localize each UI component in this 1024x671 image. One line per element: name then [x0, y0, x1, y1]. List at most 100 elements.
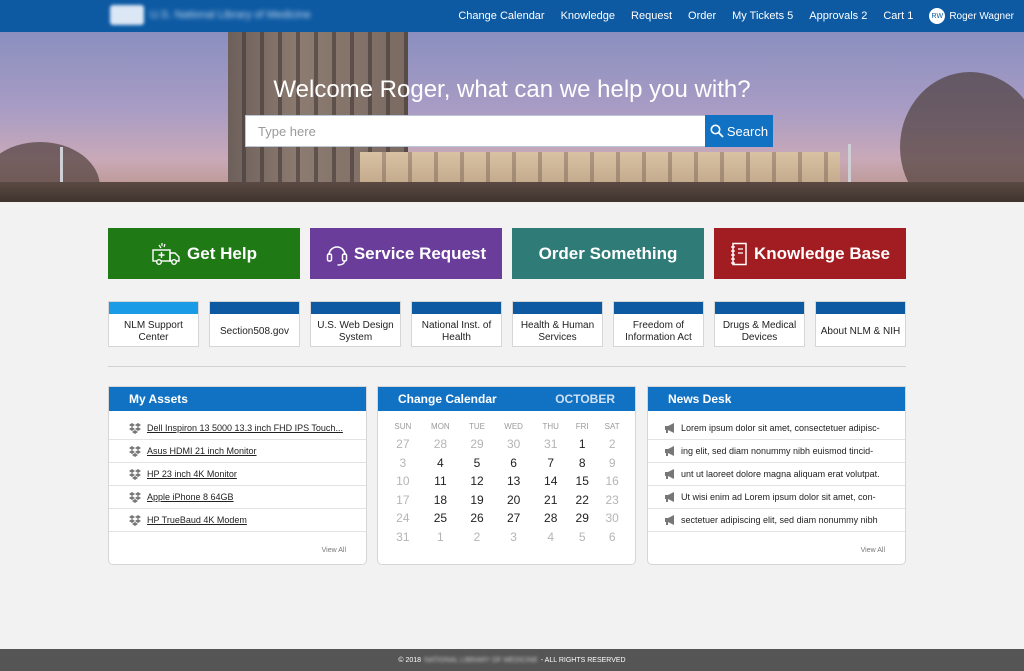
link-about-nlm-nih[interactable]: About NLM & NIH [815, 301, 906, 347]
link-label: U.S. Web Design System [317, 319, 394, 343]
divider [108, 366, 906, 367]
link-nlm-support-center[interactable]: NLM Support Center [108, 301, 199, 347]
calendar-day[interactable]: 6 [596, 528, 628, 547]
nav-order[interactable]: Order [688, 10, 716, 22]
calendar-day[interactable]: 6 [494, 454, 533, 473]
nav-knowledge[interactable]: Knowledge [561, 10, 615, 22]
link-drugs-medical-devices[interactable]: Drugs & Medical Devices [714, 301, 805, 347]
asset-link[interactable]: HP 23 inch 4K Monitor [147, 469, 237, 479]
calendar-day[interactable]: 23 [596, 491, 628, 510]
ambulance-icon [152, 242, 180, 265]
news-item[interactable]: ing elit, sed diam nonummy nibh euismod … [648, 440, 905, 463]
asset-link[interactable]: Asus HDMI 21 inch Monitor [147, 446, 257, 456]
news-item[interactable]: unt ut laoreet dolore magna aliquam erat… [648, 463, 905, 486]
news-item[interactable]: Lorem ipsum dolor sit amet, consectetuer… [648, 417, 905, 440]
calendar-day[interactable]: 14 [533, 472, 568, 491]
calendar-day[interactable]: 12 [460, 472, 494, 491]
nav-my-tickets[interactable]: My Tickets 5 [732, 10, 793, 22]
link-nih[interactable]: National Inst. of Health [411, 301, 502, 347]
calendar-day[interactable]: 7 [533, 454, 568, 473]
weekday-label: TUE [469, 421, 485, 431]
calendar-day[interactable]: 18 [421, 491, 460, 510]
tile-service-request[interactable]: Service Request [310, 228, 502, 279]
calendar-day[interactable]: 19 [460, 491, 494, 510]
calendar-day[interactable]: 30 [596, 509, 628, 528]
tile-knowledge-base[interactable]: Knowledge Base [714, 228, 906, 279]
calendar-day[interactable]: 15 [568, 472, 596, 491]
calendar-day[interactable]: 27 [385, 435, 421, 454]
calendar-day[interactable]: 22 [568, 491, 596, 510]
calendar-day[interactable]: 4 [421, 454, 460, 473]
list-item[interactable]: HP 23 inch 4K Monitor [109, 463, 366, 486]
calendar-day[interactable]: 13 [494, 472, 533, 491]
nav-change-calendar[interactable]: Change Calendar [458, 10, 544, 22]
calendar-month[interactable]: OCTOBER [555, 392, 615, 406]
news-text: unt ut laoreet dolore magna aliquam erat… [681, 469, 880, 479]
list-item[interactable]: HP TrueBaud 4K Modem [109, 509, 366, 532]
panel-header: Change Calendar OCTOBER [378, 387, 635, 411]
search-input[interactable] [246, 116, 706, 146]
link-section508[interactable]: Section508.gov [209, 301, 300, 347]
calendar-day[interactable]: 24 [385, 509, 421, 528]
calendar-day[interactable]: 31 [533, 435, 568, 454]
list-item[interactable]: Dell Inspiron 13 5000 13.3 inch FHD IPS … [109, 417, 366, 440]
weekday-label: FRI [575, 421, 589, 431]
tile-get-help[interactable]: Get Help [108, 228, 300, 279]
nav-request[interactable]: Request [631, 10, 672, 22]
link-label: Health & Human Services [520, 319, 595, 343]
calendar-day[interactable]: 26 [460, 509, 494, 528]
nlm-logo[interactable] [110, 5, 144, 25]
calendar-day[interactable]: 3 [385, 454, 421, 473]
view-all-link[interactable]: View All [861, 547, 885, 554]
news-desk-panel: News Desk Lorem ipsum dolor sit amet, co… [647, 386, 906, 565]
news-item[interactable]: sectetuer adipiscing elit, sed diam nonu… [648, 509, 905, 532]
nav-links: Change Calendar Knowledge Request Order … [458, 0, 1024, 32]
nav-approvals[interactable]: Approvals 2 [809, 10, 867, 22]
calendar-day[interactable]: 2 [460, 528, 494, 547]
calendar-day[interactable]: 30 [494, 435, 533, 454]
nav-cart[interactable]: Cart 1 [883, 10, 913, 22]
user-menu[interactable]: RW Roger Wagner [929, 8, 1014, 24]
search-button-label: Search [726, 123, 769, 139]
calendar-day[interactable]: 28 [421, 435, 460, 454]
calendar-day[interactable]: 11 [421, 472, 460, 491]
dropbox-icon [129, 491, 141, 503]
calendar-day[interactable]: 5 [460, 454, 494, 473]
calendar-day[interactable]: 2 [596, 435, 628, 454]
view-all-link[interactable]: View All [322, 547, 346, 554]
calendar-day[interactable]: 29 [460, 435, 494, 454]
calendar-day[interactable]: 8 [568, 454, 596, 473]
news-item[interactable]: Ut wisi enim ad Lorem ipsum dolor sit am… [648, 486, 905, 509]
calendar-day[interactable]: 25 [421, 509, 460, 528]
panel-title: My Assets [109, 387, 366, 411]
link-foia[interactable]: Freedom of Information Act [613, 301, 704, 347]
calendar-day[interactable]: 5 [568, 528, 596, 547]
list-item[interactable]: Asus HDMI 21 inch Monitor [109, 440, 366, 463]
calendar-day[interactable]: 28 [533, 509, 568, 528]
search-button[interactable]: Search [705, 115, 773, 147]
asset-link[interactable]: HP TrueBaud 4K Modem [147, 515, 247, 525]
calendar-day[interactable]: 20 [494, 491, 533, 510]
calendar-day[interactable]: 29 [568, 509, 596, 528]
tile-order-something[interactable]: Order Something [512, 228, 704, 279]
calendar-day[interactable]: 1 [568, 435, 596, 454]
calendar-day[interactable]: 9 [596, 454, 628, 473]
link-hhs[interactable]: Health & Human Services [512, 301, 603, 347]
asset-link[interactable]: Apple iPhone 8 64GB [147, 492, 234, 502]
logo-text: U.S. National Library of Medicine [150, 9, 311, 21]
calendar-day[interactable]: 27 [494, 509, 533, 528]
news-text: Ut wisi enim ad Lorem ipsum dolor sit am… [681, 492, 876, 502]
asset-link[interactable]: Dell Inspiron 13 5000 13.3 inch FHD IPS … [147, 423, 343, 433]
calendar-day[interactable]: 16 [596, 472, 628, 491]
calendar-day[interactable]: 31 [385, 528, 421, 547]
calendar-day[interactable]: 1 [421, 528, 460, 547]
megaphone-icon [665, 492, 674, 502]
calendar-day[interactable]: 3 [494, 528, 533, 547]
calendar-day[interactable]: 21 [533, 491, 568, 510]
calendar-day[interactable]: 10 [385, 472, 421, 491]
calendar-day[interactable]: 17 [385, 491, 421, 510]
footer: © 2018 NATIONAL LIBRARY OF MEDICINE - AL… [0, 649, 1024, 671]
list-item[interactable]: Apple iPhone 8 64GB [109, 486, 366, 509]
calendar-day[interactable]: 4 [533, 528, 568, 547]
link-us-web-design-system[interactable]: U.S. Web Design System [310, 301, 401, 347]
